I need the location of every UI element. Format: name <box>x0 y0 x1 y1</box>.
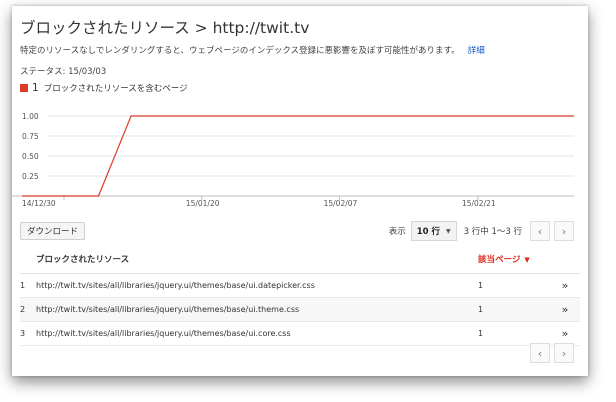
legend-swatch <box>20 84 28 92</box>
table-row[interactable]: 3 http://twit.tv/sites/all/libraries/jqu… <box>20 321 580 346</box>
x-tick-label: 15/01/20 <box>186 199 220 208</box>
row-index: 2 <box>20 297 36 322</box>
chevron-left-icon: ‹ <box>537 224 543 238</box>
row-index: 1 <box>20 273 36 298</box>
legend-count: 1 <box>32 82 39 94</box>
page-description: 特定のリソースなしでレンダリングすると、ウェブページのインデックス登録に悪影響を… <box>20 44 485 56</box>
prev-page-button[interactable]: ‹ <box>530 221 550 241</box>
row-detail-button[interactable]: » <box>548 321 580 346</box>
affected-pages-count: 1 <box>478 297 548 322</box>
chevron-right-icon: › <box>561 224 567 238</box>
double-chevron-right-icon: » <box>561 326 569 340</box>
affected-pages-count: 1 <box>478 321 548 346</box>
action-header <box>548 245 580 274</box>
resource-column-header[interactable]: ブロックされたリソース <box>36 245 478 274</box>
y-tick-label: 0.25 <box>22 172 39 181</box>
next-page-button[interactable]: › <box>554 221 574 241</box>
row-detail-button[interactable]: » <box>548 273 580 298</box>
resources-table: ブロックされたリソース 該当ページ ▼ 1 http://twit.tv/site… <box>20 245 580 346</box>
resource-url: http://twit.tv/sites/all/libraries/jquer… <box>36 273 478 298</box>
page-title: ブロックされたリソース > http://twit.tv <box>20 19 310 37</box>
bottom-pager: ‹ › <box>526 343 574 363</box>
x-tick-label: 15/02/21 <box>462 199 496 208</box>
table-pager: 表示 10 行 ▼ 3 行中 1〜3 行 ‹ › <box>389 221 574 241</box>
row-range: 3 行中 1〜3 行 <box>463 227 522 237</box>
chart-legend: 1 ブロックされたリソースを含むページ <box>20 82 188 94</box>
details-link[interactable]: 詳細 <box>468 46 485 56</box>
x-tick-label: 14/12/30 <box>22 199 56 208</box>
rows-per-page-value: 10 行 <box>416 227 441 237</box>
resource-url: http://twit.tv/sites/all/libraries/jquer… <box>36 321 478 346</box>
sort-descending-icon: ▼ <box>524 255 530 264</box>
index-header <box>20 245 36 274</box>
resource-url: http://twit.tv/sites/all/libraries/jquer… <box>36 297 478 322</box>
double-chevron-right-icon: » <box>561 278 569 292</box>
y-tick-label: 0.50 <box>22 152 39 161</box>
double-chevron-right-icon: » <box>561 302 569 316</box>
rows-per-page-select[interactable]: 10 行 ▼ <box>410 221 457 241</box>
blocked-resources-panel: ブロックされたリソース > http://twit.tv 特定のリソースなしでレ… <box>12 6 588 376</box>
download-button[interactable]: ダウンロード <box>20 222 86 240</box>
table-header-row: ブロックされたリソース 該当ページ ▼ <box>20 245 580 274</box>
status-date: ステータス: 15/03/03 <box>20 67 107 77</box>
chevron-left-icon: ‹ <box>537 346 543 360</box>
chevron-right-icon: › <box>561 346 567 360</box>
y-tick-label: 1.00 <box>22 112 39 121</box>
table-row[interactable]: 2 http://twit.tv/sites/all/libraries/jqu… <box>20 297 580 322</box>
show-label: 表示 <box>388 227 406 237</box>
affected-pages-count: 1 <box>478 273 548 298</box>
row-detail-button[interactable]: » <box>548 297 580 322</box>
prev-page-button-bottom[interactable]: ‹ <box>530 343 550 363</box>
chevron-down-icon: ▼ <box>446 227 451 235</box>
pages-header-label: 該当ページ <box>478 254 521 265</box>
pages-column-header[interactable]: 該当ページ ▼ <box>478 245 548 274</box>
x-tick-label: 15/02/07 <box>324 199 358 208</box>
legend-label: ブロックされたリソースを含むページ <box>43 84 188 94</box>
blocked-resources-chart: 1.00 0.75 0.50 0.25 14/12/30 15/01/20 15/02/07… <box>12 112 574 208</box>
description-text: 特定のリソースなしでレンダリングすると、ウェブページのインデックス登録に悪影響を… <box>20 46 460 56</box>
table-row[interactable]: 1 http://twit.tv/sites/all/libraries/jqu… <box>20 273 580 298</box>
y-tick-label: 0.75 <box>22 132 39 141</box>
row-index: 3 <box>20 321 36 346</box>
next-page-button-bottom[interactable]: › <box>554 343 574 363</box>
